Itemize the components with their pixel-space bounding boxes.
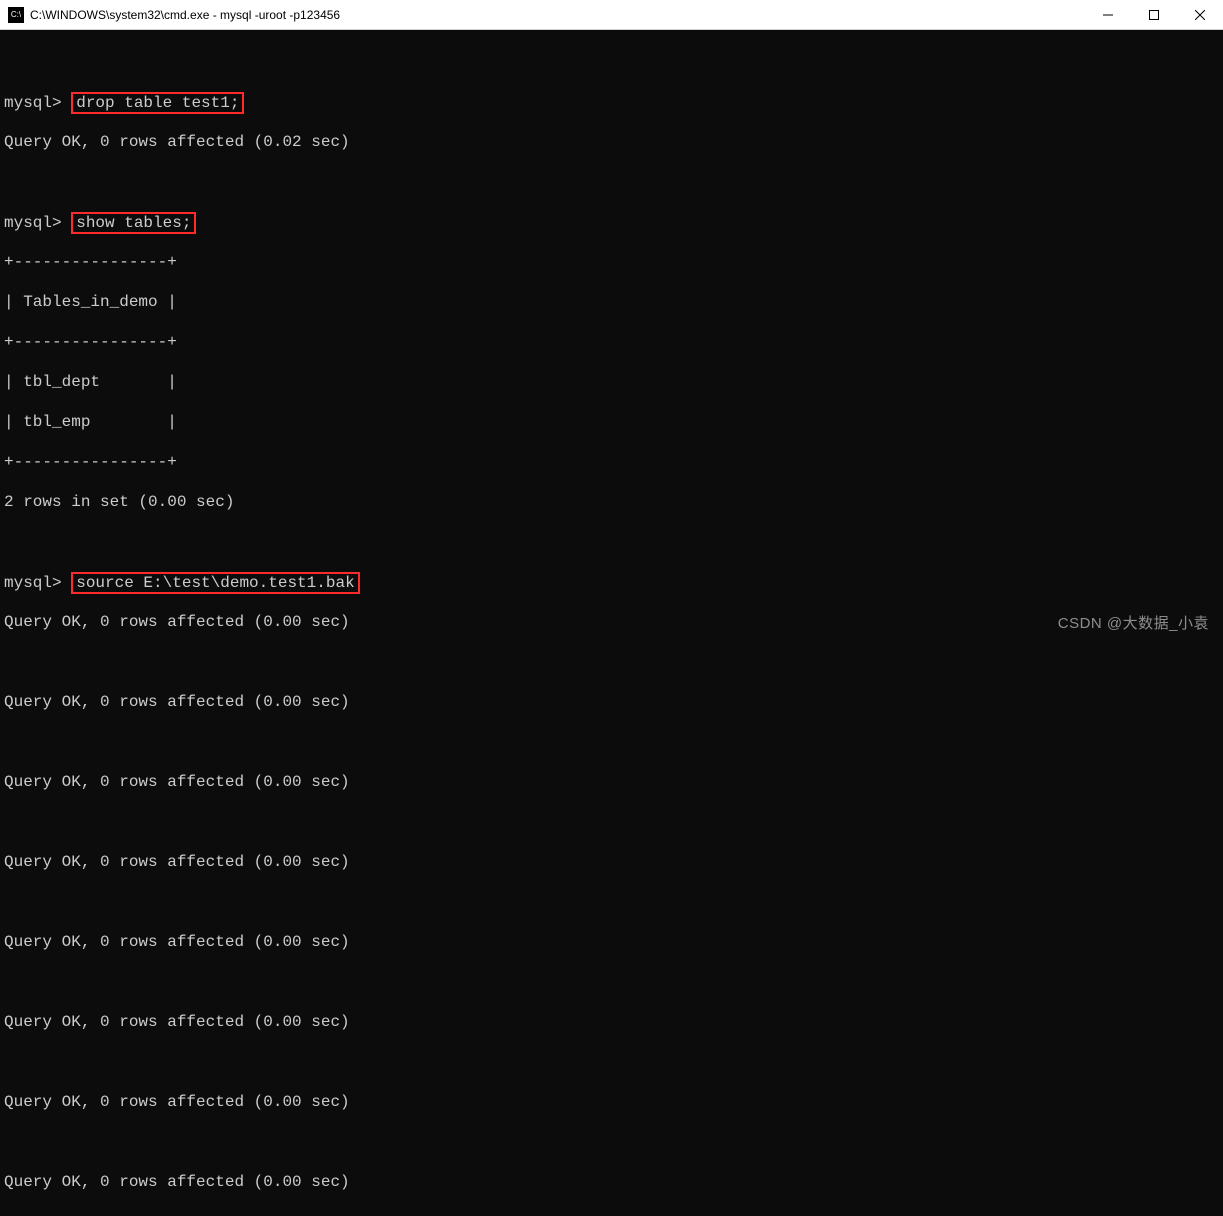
blank-line bbox=[4, 732, 1219, 752]
result-line: Query OK, 0 rows affected (0.00 sec) bbox=[4, 1012, 1219, 1032]
prompt: mysql> bbox=[4, 574, 71, 592]
command-line: mysql> source E:\test\demo.test1.bak bbox=[4, 572, 1219, 592]
terminal-area[interactable]: mysql> drop table test1; Query OK, 0 row… bbox=[0, 30, 1223, 1216]
blank-line bbox=[4, 652, 1219, 672]
close-button[interactable] bbox=[1177, 0, 1223, 30]
result-line: Query OK, 0 rows affected (0.00 sec) bbox=[4, 1092, 1219, 1112]
window-titlebar: C:\ C:\WINDOWS\system32\cmd.exe - mysql … bbox=[0, 0, 1223, 30]
highlighted-command: drop table test1; bbox=[71, 92, 244, 114]
result-line: 2 rows in set (0.00 sec) bbox=[4, 492, 1219, 512]
blank-line bbox=[4, 172, 1219, 192]
command-line: mysql> show tables; bbox=[4, 212, 1219, 232]
table-border: +----------------+ bbox=[4, 452, 1219, 472]
blank-line bbox=[4, 52, 1219, 72]
blank-line bbox=[4, 972, 1219, 992]
table-border: +----------------+ bbox=[4, 332, 1219, 352]
result-line: Query OK, 0 rows affected (0.00 sec) bbox=[4, 932, 1219, 952]
blank-line bbox=[4, 1052, 1219, 1072]
highlighted-command: show tables; bbox=[71, 212, 196, 234]
highlighted-command: source E:\test\demo.test1.bak bbox=[71, 572, 359, 594]
blank-line bbox=[4, 812, 1219, 832]
cmd-icon: C:\ bbox=[8, 7, 24, 23]
minimize-button[interactable] bbox=[1085, 0, 1131, 30]
table-border: +----------------+ bbox=[4, 252, 1219, 272]
result-line: Query OK, 0 rows affected (0.00 sec) bbox=[4, 692, 1219, 712]
prompt: mysql> bbox=[4, 94, 71, 112]
result-line: Query OK, 0 rows affected (0.00 sec) bbox=[4, 852, 1219, 872]
prompt: mysql> bbox=[4, 214, 71, 232]
command-line: mysql> drop table test1; bbox=[4, 92, 1219, 112]
window-title: C:\WINDOWS\system32\cmd.exe - mysql -uro… bbox=[30, 8, 1085, 22]
blank-line bbox=[4, 532, 1219, 552]
result-line: Query OK, 0 rows affected (0.02 sec) bbox=[4, 132, 1219, 152]
watermark: CSDN @大数据_小袁 bbox=[1058, 612, 1209, 633]
table-row: | tbl_emp | bbox=[4, 412, 1219, 432]
maximize-button[interactable] bbox=[1131, 0, 1177, 30]
table-header: | Tables_in_demo | bbox=[4, 292, 1219, 312]
blank-line bbox=[4, 892, 1219, 912]
blank-line bbox=[4, 1132, 1219, 1152]
result-line: Query OK, 0 rows affected (0.00 sec) bbox=[4, 612, 1219, 632]
table-row: | tbl_dept | bbox=[4, 372, 1219, 392]
result-line: Query OK, 0 rows affected (0.00 sec) bbox=[4, 772, 1219, 792]
result-line: Query OK, 0 rows affected (0.00 sec) bbox=[4, 1172, 1219, 1192]
